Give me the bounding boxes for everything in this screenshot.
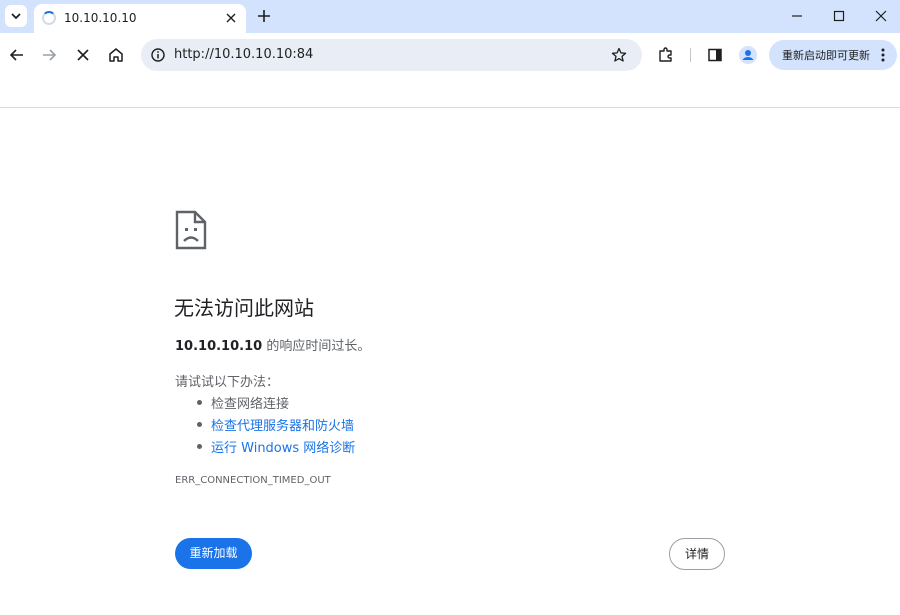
active-tab[interactable]: 10.10.10.10 — [34, 4, 246, 33]
back-button[interactable] — [5, 43, 29, 67]
profile-icon — [739, 46, 757, 64]
minimize-button[interactable] — [787, 6, 807, 26]
url-text[interactable]: http://10.10.10.10:84 — [174, 47, 313, 62]
side-panel-button[interactable] — [703, 43, 727, 67]
details-button[interactable]: 详情 — [669, 538, 725, 570]
site-info-button[interactable] — [149, 46, 167, 64]
loading-spinner-icon — [42, 11, 56, 25]
error-code: ERR_CONNECTION_TIMED_OUT — [175, 475, 331, 486]
tab-strip: 10.10.10.10 — [0, 0, 900, 33]
new-tab-button[interactable] — [254, 6, 274, 26]
close-window-button[interactable] — [871, 6, 891, 26]
extensions-icon — [659, 47, 672, 62]
chevron-down-icon — [11, 13, 21, 20]
forward-button[interactable] — [37, 43, 61, 67]
error-host: 10.10.10.10 — [175, 339, 263, 354]
maximize-button[interactable] — [829, 6, 849, 26]
suggestion-network-diagnostics-link[interactable]: 运行 Windows 网络诊断 — [195, 437, 355, 459]
suggestion-check-connection: 检查网络连接 — [195, 393, 355, 415]
maximize-icon — [833, 10, 845, 22]
more-vert-icon — [877, 47, 889, 63]
info-icon — [151, 48, 165, 62]
stop-loading-button[interactable] — [71, 43, 95, 67]
star-icon — [611, 47, 627, 62]
toolbar-separator — [690, 48, 691, 62]
suggestion-check-proxy-link[interactable]: 检查代理服务器和防火墙 — [195, 415, 355, 437]
tab-search-button[interactable] — [5, 5, 27, 27]
tab-close-button[interactable] — [223, 10, 239, 26]
close-icon — [875, 10, 887, 22]
error-summary: 10.10.10.10 的响应时间过长。 — [175, 335, 370, 354]
home-button[interactable] — [104, 43, 128, 67]
browser-toolbar: http://10.10.10.10:84 重新启动即可更新 — [0, 33, 900, 77]
forward-icon — [43, 49, 57, 61]
back-icon — [9, 49, 23, 61]
toolbar-bottom-border — [0, 107, 900, 108]
suggestions-title: 请试试以下办法： — [175, 375, 280, 390]
minimize-icon — [792, 15, 802, 17]
error-summary-text: 的响应时间过长。 — [262, 339, 371, 354]
extensions-button[interactable] — [654, 43, 678, 67]
plus-icon — [258, 10, 270, 22]
stop-icon — [77, 49, 89, 61]
relaunch-to-update-button[interactable]: 重新启动即可更新 — [769, 40, 897, 70]
suggestions-list: 检查网络连接 检查代理服务器和防火墙 运行 Windows 网络诊断 — [195, 393, 355, 459]
side-panel-icon — [708, 48, 722, 62]
update-label: 重新启动即可更新 — [782, 49, 870, 62]
tab-title: 10.10.10.10 — [64, 11, 137, 25]
sad-page-icon — [175, 210, 207, 250]
bookmark-button[interactable] — [610, 46, 628, 64]
profile-button[interactable] — [736, 43, 760, 67]
home-icon — [109, 48, 123, 62]
error-heading: 无法访问此网站 — [174, 296, 314, 320]
close-icon — [226, 13, 236, 23]
reload-button[interactable]: 重新加载 — [175, 538, 252, 569]
address-bar[interactable]: http://10.10.10.10:84 — [141, 39, 642, 71]
